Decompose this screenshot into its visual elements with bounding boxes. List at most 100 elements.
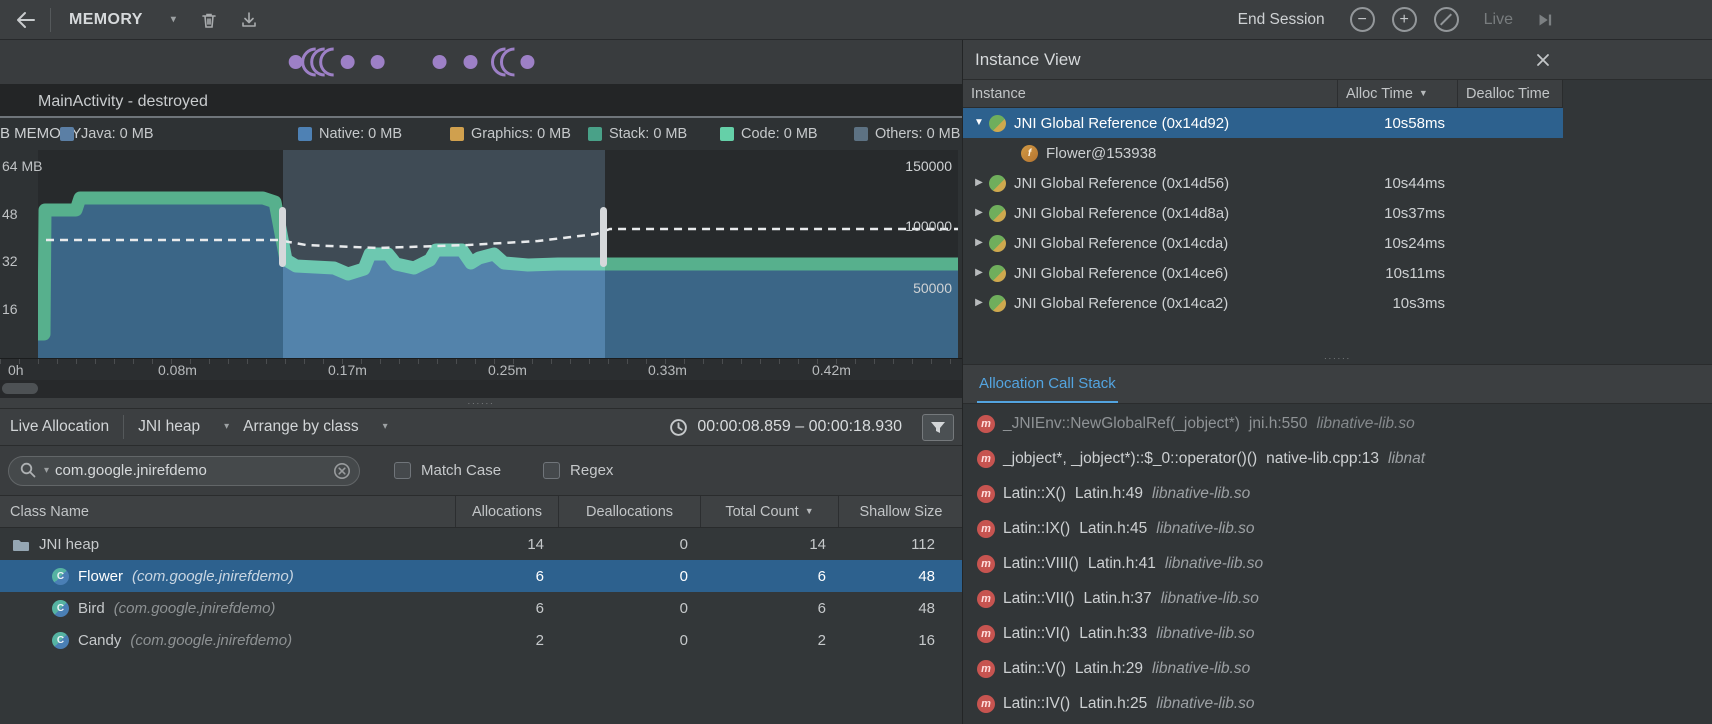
- session-selector[interactable]: MEMORY ▾: [61, 11, 184, 29]
- filter-toggle-button[interactable]: [922, 414, 954, 441]
- expand-toggle[interactable]: ▶: [963, 238, 989, 248]
- shallow-size-value: 48: [838, 568, 963, 585]
- total-count-value: 6: [700, 568, 838, 585]
- alloc-time-value: 10s24ms: [1337, 235, 1457, 252]
- instance-row[interactable]: ▶ JNI Global Reference (0x14d56) 10s44ms: [963, 168, 1563, 198]
- back-button[interactable]: [10, 5, 40, 35]
- stack-frame[interactable]: m Latin::VI() Latin.h:33 libnative-lib.s…: [963, 616, 1712, 651]
- column-deallocations[interactable]: Deallocations: [558, 496, 700, 527]
- instance-row[interactable]: ▼ JNI Global Reference (0x14d92) 10s58ms: [963, 108, 1563, 138]
- column-instance[interactable]: Instance: [963, 80, 1337, 107]
- stack-frame[interactable]: m Latin::IV() Latin.h:25 libnative-lib.s…: [963, 686, 1712, 721]
- table-row-flower[interactable]: C Flower (com.google.jnirefdemo) 6 0 6 4…: [0, 560, 962, 592]
- end-session-button[interactable]: End Session: [1238, 11, 1325, 29]
- minus-icon: −: [1357, 12, 1366, 28]
- sort-desc-icon: ▼: [805, 507, 814, 516]
- regex-checkbox[interactable]: [543, 462, 560, 479]
- table-row-jni-heap[interactable]: JNI heap 14 0 14 112: [0, 528, 962, 560]
- tab-allocation-call-stack[interactable]: Allocation Call Stack: [977, 375, 1118, 403]
- heap-folder-icon: [12, 537, 30, 552]
- export-session-button[interactable]: [234, 5, 264, 35]
- stack-frame[interactable]: m _JNIEnv::NewGlobalRef(_jobject*) jni.h…: [963, 406, 1712, 441]
- instance-row[interactable]: ▶ JNI Global Reference (0x14ce6) 10s11ms: [963, 258, 1563, 288]
- method-icon: m: [977, 485, 995, 503]
- column-allocations[interactable]: Allocations: [455, 496, 558, 527]
- search-input[interactable]: [55, 462, 327, 479]
- selection-region[interactable]: [283, 150, 605, 358]
- table-row-candy[interactable]: C Candy (com.google.jnirefdemo) 2 0 2 16: [0, 624, 962, 656]
- activity-lifecycle-track: MainActivity - destroyed: [0, 84, 962, 118]
- selection-handle-right[interactable]: [600, 207, 607, 267]
- class-package: (com.google.jnirefdemo): [114, 600, 276, 617]
- instance-child-row[interactable]: f Flower@153938: [963, 138, 1563, 168]
- skip-to-live-icon: [1535, 10, 1555, 30]
- class-icon: C: [52, 632, 69, 649]
- stack-frame[interactable]: m Latin::V() Latin.h:29 libnative-lib.so: [963, 651, 1712, 686]
- shallow-size-value: 16: [838, 632, 963, 649]
- live-button[interactable]: Live: [1484, 11, 1513, 29]
- expand-toggle[interactable]: ▶: [963, 268, 989, 278]
- toolbar-separator: [123, 415, 124, 439]
- frame-module: libnative-lib.so: [1161, 590, 1259, 608]
- horizontal-splitter[interactable]: ∙∙∙∙∙∙: [963, 352, 1712, 364]
- frame-module: libnative-lib.so: [1152, 485, 1250, 503]
- column-alloc-time[interactable]: Alloc Time▼: [1337, 80, 1457, 107]
- match-case-checkbox[interactable]: [394, 462, 411, 479]
- instance-row[interactable]: ▶ JNI Global Reference (0x14d8a) 10s37ms: [963, 198, 1563, 228]
- class-name: Candy: [78, 632, 121, 649]
- search-field[interactable]: ▾: [8, 456, 360, 486]
- zoom-out-button[interactable]: −: [1350, 7, 1375, 32]
- class-table-body: JNI heap 14 0 14 112 C Flower (com.googl…: [0, 528, 962, 724]
- memory-profiler-window: MEMORY ▾ End Session − + Live: [0, 0, 1712, 724]
- heap-selector[interactable]: JNI heap ▾: [138, 418, 229, 436]
- time-tick: 0.33m: [648, 362, 687, 378]
- expand-toggle[interactable]: ▶: [963, 208, 989, 218]
- arrange-selector[interactable]: Arrange by class ▾: [243, 418, 387, 436]
- method-icon: m: [977, 590, 995, 608]
- timeline-scrollbar-track[interactable]: [0, 380, 962, 398]
- plus-icon: +: [1399, 12, 1408, 28]
- instance-row[interactable]: ▶ JNI Global Reference (0x14cda) 10s24ms: [963, 228, 1563, 258]
- close-button[interactable]: [1535, 52, 1551, 68]
- selection-handle-left[interactable]: [279, 207, 286, 267]
- back-arrow-icon: [14, 9, 36, 31]
- y-axis-right-label: 50000: [913, 280, 952, 296]
- expand-toggle[interactable]: ▼: [963, 118, 989, 128]
- column-class-name[interactable]: Class Name: [0, 496, 455, 527]
- horizontal-splitter[interactable]: ∙∙∙∙∙∙: [0, 398, 962, 408]
- stack-frame[interactable]: m Latin::VIII() Latin.h:41 libnative-lib…: [963, 546, 1712, 581]
- stack-frame[interactable]: m _jobject*, _jobject*)::$_0::operator()…: [963, 441, 1712, 476]
- call-stack-tabbar: Allocation Call Stack: [963, 364, 1712, 404]
- close-icon: [1535, 52, 1551, 68]
- y-axis-right-label: 150000: [905, 158, 952, 174]
- user-event-track[interactable]: [0, 40, 962, 84]
- alloc-time-value: 10s58ms: [1337, 115, 1457, 132]
- total-count-value: 6: [700, 600, 838, 617]
- deallocations-value: 0: [558, 632, 700, 649]
- go-to-live-button[interactable]: [1530, 5, 1560, 35]
- reset-zoom-button[interactable]: [1434, 7, 1459, 32]
- delete-session-button[interactable]: [194, 5, 224, 35]
- column-total-count[interactable]: Total Count▼: [700, 496, 838, 527]
- column-dealloc-time[interactable]: Dealloc Time: [1457, 80, 1563, 107]
- stack-frame[interactable]: m Latin::VII() Latin.h:37 libnative-lib.…: [963, 581, 1712, 616]
- search-options-caret-icon[interactable]: ▾: [44, 466, 49, 476]
- instance-row[interactable]: ▶ JNI Global Reference (0x14ca2) 10s3ms: [963, 288, 1563, 318]
- alloc-time-value: 10s11ms: [1337, 265, 1457, 282]
- deallocations-value: 0: [558, 600, 700, 617]
- memory-plot-area[interactable]: 64 MB 48 32 16 150000 100000 50000: [0, 150, 962, 358]
- stack-frame[interactable]: m Latin::X() Latin.h:49 libnative-lib.so: [963, 476, 1712, 511]
- expand-toggle[interactable]: ▶: [963, 178, 989, 188]
- time-tick: 0.42m: [812, 362, 851, 378]
- timeline-scrollbar-thumb[interactable]: [2, 383, 38, 394]
- memory-timeline-pane: MainActivity - destroyed B MEMORY Java: …: [0, 40, 963, 724]
- frame-method: _JNIEnv::NewGlobalRef(_jobject*): [1003, 415, 1240, 433]
- clear-search-button[interactable]: [333, 462, 351, 480]
- column-shallow-size[interactable]: Shallow Size: [838, 496, 963, 527]
- stack-frame[interactable]: m Latin::IX() Latin.h:45 libnative-lib.s…: [963, 511, 1712, 546]
- table-row-bird[interactable]: C Bird (com.google.jnirefdemo) 6 0 6 48: [0, 592, 962, 624]
- expand-toggle[interactable]: ▶: [963, 298, 989, 308]
- class-table-header: Class Name Allocations Deallocations Tot…: [0, 496, 962, 528]
- zoom-in-button[interactable]: +: [1392, 7, 1417, 32]
- method-icon: m: [977, 520, 995, 538]
